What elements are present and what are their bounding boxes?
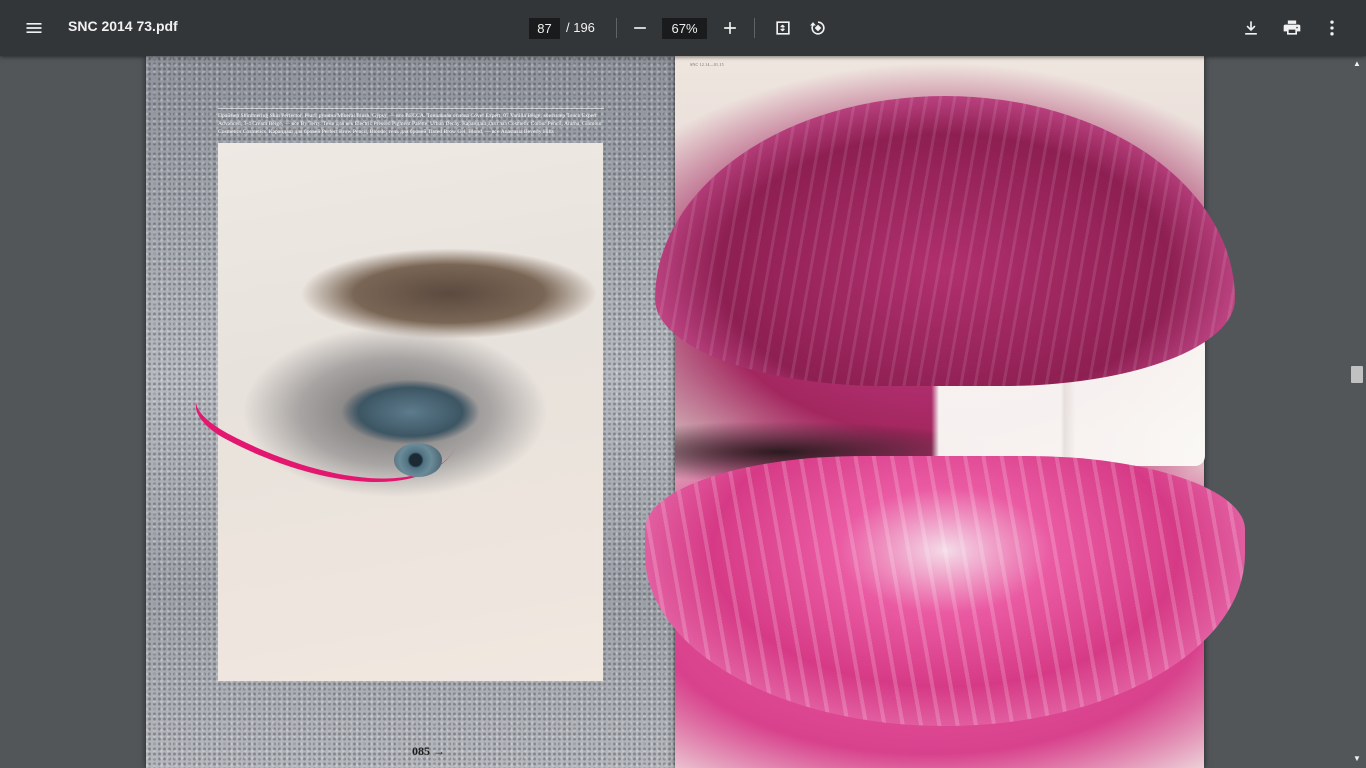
minus-icon bbox=[634, 27, 646, 29]
issue-caption: SNC 12.14—01.15 bbox=[690, 62, 724, 67]
page-number-label: 085 → bbox=[412, 744, 445, 758]
download-icon bbox=[1245, 21, 1257, 35]
print-button[interactable] bbox=[1274, 10, 1310, 46]
scroll-down-icon[interactable]: ▼ bbox=[1352, 754, 1362, 764]
upper-lip bbox=[655, 96, 1235, 386]
fit-to-page-icon bbox=[776, 21, 790, 35]
rotate-button[interactable] bbox=[800, 10, 836, 46]
page-total: / 196 bbox=[566, 20, 595, 35]
fit-to-page-button[interactable] bbox=[765, 10, 801, 46]
eye-makeup-photo bbox=[187, 143, 603, 681]
plus-icon bbox=[724, 22, 736, 34]
zoom-level-input[interactable] bbox=[662, 18, 707, 39]
toolbar-separator bbox=[616, 18, 617, 38]
rotate-icon bbox=[810, 21, 825, 35]
pdf-page-right: SNC 12.14—01.15 bbox=[645, 56, 1245, 768]
eyeliner-stroke bbox=[187, 313, 465, 537]
page-number-input[interactable] bbox=[529, 18, 560, 39]
eye-iris bbox=[394, 443, 442, 477]
download-button[interactable] bbox=[1233, 10, 1269, 46]
zoom-out-button[interactable] bbox=[622, 10, 658, 46]
zoom-in-button[interactable] bbox=[712, 10, 748, 46]
pdf-toolbar: SNC 2014 73.pdf / 196 bbox=[0, 0, 1366, 56]
vertical-scrollbar[interactable]: ▲ ▼ bbox=[1348, 56, 1366, 768]
menu-icon[interactable] bbox=[16, 10, 52, 46]
product-caption: Праймер Shimmering Skin Perfector, Pearl… bbox=[218, 108, 604, 136]
scroll-thumb[interactable] bbox=[1351, 366, 1363, 383]
pdf-page-left: Праймер Shimmering Skin Perfector, Pearl… bbox=[146, 56, 675, 768]
pdf-viewer[interactable]: Праймер Shimmering Skin Perfector, Pearl… bbox=[0, 56, 1366, 768]
scroll-up-icon[interactable]: ▲ bbox=[1352, 59, 1362, 69]
lower-lip bbox=[645, 456, 1245, 726]
toolbar-separator bbox=[754, 18, 755, 38]
more-vert-icon bbox=[1330, 20, 1334, 36]
more-options-button[interactable] bbox=[1314, 10, 1350, 46]
print-icon bbox=[1283, 20, 1301, 35]
document-title: SNC 2014 73.pdf bbox=[68, 18, 178, 34]
